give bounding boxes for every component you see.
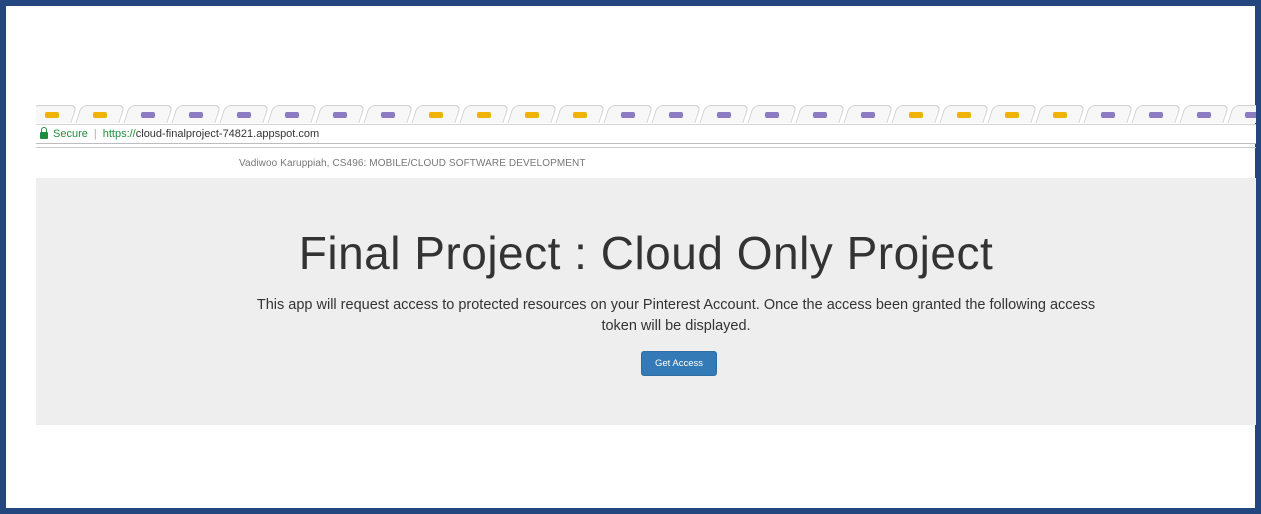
- browser-tab[interactable]: [986, 105, 1038, 123]
- url-scheme: https://: [102, 128, 136, 140]
- browser-tab[interactable]: [1178, 105, 1230, 123]
- screenshot-frame: Secure | https://cloud-finalproject-7482…: [0, 0, 1261, 514]
- browser-tab[interactable]: [218, 105, 270, 123]
- toolbar-divider: [36, 147, 1256, 148]
- browser-tab[interactable]: [746, 105, 798, 123]
- tab-favicon-icon: [285, 112, 299, 118]
- tab-favicon-icon: [525, 112, 539, 118]
- browser-tab[interactable]: [122, 105, 174, 123]
- get-access-button[interactable]: Get Access: [641, 351, 717, 376]
- tab-favicon-icon: [669, 112, 683, 118]
- address-bar[interactable]: Secure | https://cloud-finalproject-7482…: [36, 124, 1256, 144]
- jumbotron: Final Project : Cloud Only Project This …: [36, 178, 1256, 425]
- tab-favicon-icon: [765, 112, 779, 118]
- url-host: cloud-finalproject-74821.appspot.com: [135, 128, 320, 140]
- lock-icon: [40, 126, 48, 139]
- browser-tab[interactable]: [1226, 105, 1256, 123]
- address-separator: |: [93, 128, 97, 140]
- browser-tab[interactable]: [170, 105, 222, 123]
- tab-favicon-icon: [1053, 112, 1067, 118]
- tab-favicon-icon: [141, 112, 155, 118]
- browser-tab[interactable]: [1130, 105, 1182, 123]
- browser-tab[interactable]: [458, 105, 510, 123]
- browser-tab[interactable]: [266, 105, 318, 123]
- browser-tab[interactable]: [1034, 105, 1086, 123]
- browser-tab[interactable]: [938, 105, 990, 123]
- browser-tab[interactable]: [74, 105, 126, 123]
- tab-favicon-icon: [1245, 112, 1256, 118]
- browser-tab[interactable]: [36, 105, 78, 123]
- tab-favicon-icon: [717, 112, 731, 118]
- tab-favicon-icon: [621, 112, 635, 118]
- url-text[interactable]: https://cloud-finalproject-74821.appspot…: [103, 128, 319, 140]
- browser-tab[interactable]: [554, 105, 606, 123]
- tab-favicon-icon: [1149, 112, 1163, 118]
- tab-favicon-icon: [189, 112, 203, 118]
- browser-tab[interactable]: [794, 105, 846, 123]
- browser-tab[interactable]: [890, 105, 942, 123]
- page-description: This app will request access to protecte…: [256, 297, 1096, 334]
- page-title: Final Project : Cloud Only Project: [298, 227, 994, 279]
- browser-tab[interactable]: [362, 105, 414, 123]
- tab-favicon-icon: [477, 112, 491, 118]
- tab-favicon-icon: [1101, 112, 1115, 118]
- tab-favicon-icon: [381, 112, 395, 118]
- tab-favicon-icon: [45, 112, 59, 118]
- tab-favicon-icon: [1197, 112, 1211, 118]
- tab-favicon-icon: [93, 112, 107, 118]
- tab-favicon-icon: [957, 112, 971, 118]
- tab-favicon-icon: [1005, 112, 1019, 118]
- browser-tab[interactable]: [698, 105, 750, 123]
- browser-tab[interactable]: [842, 105, 894, 123]
- tab-favicon-icon: [909, 112, 923, 118]
- browser-tab-strip: [36, 101, 1256, 123]
- tab-favicon-icon: [813, 112, 827, 118]
- browser-tab[interactable]: [602, 105, 654, 123]
- tab-favicon-icon: [333, 112, 347, 118]
- browser-tab[interactable]: [410, 105, 462, 123]
- tab-favicon-icon: [237, 112, 251, 118]
- browser-tab[interactable]: [506, 105, 558, 123]
- tab-favicon-icon: [573, 112, 587, 118]
- browser-tab[interactable]: [314, 105, 366, 123]
- tab-favicon-icon: [861, 112, 875, 118]
- browser-tab[interactable]: [650, 105, 702, 123]
- security-indicator[interactable]: Secure: [53, 128, 88, 140]
- tab-favicon-icon: [429, 112, 443, 118]
- browser-tab[interactable]: [1082, 105, 1134, 123]
- author-line: Vadiwoo Karuppiah, CS496: MOBILE/CLOUD S…: [239, 158, 586, 169]
